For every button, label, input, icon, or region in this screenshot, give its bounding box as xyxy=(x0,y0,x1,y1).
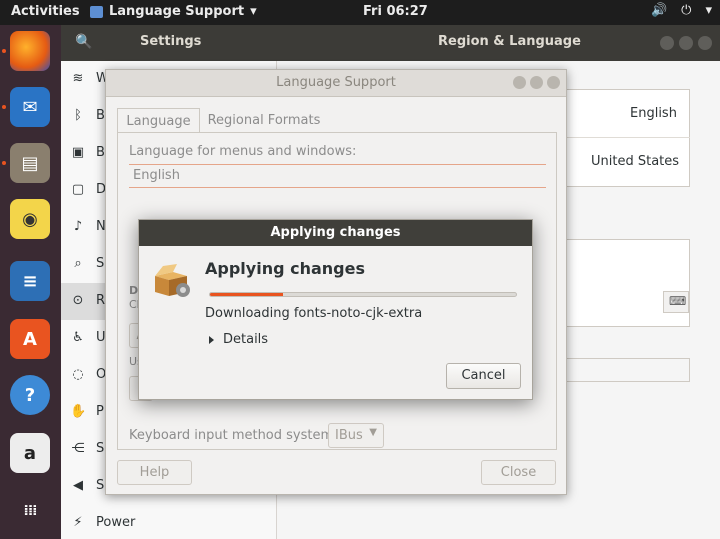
tab-regional-formats[interactable]: Regional Formats xyxy=(202,108,326,133)
sidebar-item-label: Power xyxy=(96,515,136,530)
help-icon[interactable]: ? xyxy=(10,375,50,415)
menu-language-label: Language for menus and windows: xyxy=(129,144,357,159)
running-indicator xyxy=(2,161,6,165)
sidebar-item-label: P xyxy=(96,404,104,419)
sidebar-item-label: R xyxy=(96,293,106,308)
panel-title: Region & Language xyxy=(438,34,581,49)
activities-button[interactable]: Activities xyxy=(11,4,80,19)
universal-access-icon: ♿ xyxy=(72,330,84,345)
chevron-down-icon: ▾ xyxy=(250,4,257,19)
settings-title: Settings xyxy=(140,34,202,49)
close-icon[interactable] xyxy=(698,36,712,50)
running-indicator xyxy=(2,49,6,53)
language-support-titlebar: Language Support xyxy=(106,70,566,97)
dock: ✉ ▤ ◉ ≡ A ? a ⁞⁞⁞ xyxy=(0,25,61,539)
libreoffice-writer-icon[interactable]: ≡ xyxy=(10,261,50,301)
minimize-icon[interactable] xyxy=(660,36,674,50)
applying-changes-dialog: Applying changes Applying changes Downlo… xyxy=(138,219,533,400)
notifications-icon: ♪ xyxy=(73,219,83,234)
sharing-icon: ⋲ xyxy=(71,441,85,456)
clock[interactable]: Fri 06:27 xyxy=(363,4,428,19)
dialog-heading: Applying changes xyxy=(205,259,365,278)
maximize-icon[interactable] xyxy=(679,36,693,50)
package-install-icon xyxy=(155,264,190,297)
download-progress-bar xyxy=(209,292,517,297)
amazon-icon[interactable]: a xyxy=(10,433,50,473)
formats-value[interactable]: United States xyxy=(591,154,679,169)
volume-icon[interactable]: 🔊 xyxy=(651,3,667,18)
keyboard-input-label: Keyboard input method system: xyxy=(129,428,338,443)
close-button[interactable]: Close xyxy=(481,460,556,485)
system-tray[interactable]: 🔊 ⏻ ▾ xyxy=(651,3,712,18)
dialog-title: Applying changes xyxy=(270,225,401,240)
cancel-button[interactable]: Cancel xyxy=(446,363,521,389)
power-icon[interactable]: ⏻ xyxy=(681,3,691,18)
expander-arrow-icon xyxy=(209,335,214,344)
settings-headerbar: 🔍 Settings Region & Language xyxy=(61,25,720,61)
bluetooth-icon: ᛒ xyxy=(74,108,82,123)
sidebar-item-power[interactable]: ⚡ Power xyxy=(61,505,277,539)
region-icon: ⊙ xyxy=(72,293,84,308)
keyboard-input-select[interactable]: IBus ▼ xyxy=(328,423,384,448)
details-label: Details xyxy=(223,332,269,347)
close-icon[interactable] xyxy=(547,76,560,89)
thunderbird-icon[interactable]: ✉ xyxy=(10,87,50,127)
app-menu[interactable]: Language Support ▾ xyxy=(90,4,257,19)
window-controls xyxy=(660,36,712,50)
keyboard-layout-button[interactable]: ⌨ xyxy=(663,291,689,313)
sound-icon: ◀ xyxy=(73,478,83,493)
search-icon: ⌕ xyxy=(74,256,82,271)
rhythmbox-icon[interactable]: ◉ xyxy=(10,199,50,239)
window-title: Language Support xyxy=(276,75,396,90)
minimize-icon[interactable] xyxy=(513,76,526,89)
keyboard-input-value: IBus xyxy=(335,428,363,443)
software-center-icon[interactable]: A xyxy=(10,319,50,359)
dock-icon: ▢ xyxy=(71,182,85,197)
divider xyxy=(129,164,546,165)
divider xyxy=(129,187,546,188)
keyboard-icon: ⌨ xyxy=(669,294,687,308)
dialog-titlebar: Applying changes xyxy=(139,220,532,246)
chevron-down-icon: ▼ xyxy=(369,427,377,438)
wifi-icon: ≋ xyxy=(72,71,84,86)
progress-status: Downloading fonts-noto-cjk-extra xyxy=(205,306,423,321)
search-icon[interactable]: 🔍 xyxy=(75,34,92,50)
running-indicator xyxy=(2,105,6,109)
top-bar: Activities Language Support ▾ Fri 06:27 … xyxy=(0,0,720,25)
tab-language[interactable]: Language xyxy=(117,108,200,133)
sidebar-item-label: B xyxy=(96,108,105,123)
progress-fill xyxy=(210,293,284,296)
background-icon: ▣ xyxy=(71,145,85,160)
app-menu-label: Language Support xyxy=(109,4,245,19)
files-icon[interactable]: ▤ xyxy=(10,143,50,183)
window-controls xyxy=(513,76,560,89)
sidebar-item-label: B xyxy=(96,145,105,160)
menu-language-value[interactable]: English xyxy=(133,168,180,183)
chevron-down-icon[interactable]: ▾ xyxy=(705,3,712,18)
show-apps-icon[interactable]: ⁞⁞⁞ xyxy=(10,491,50,531)
privacy-icon: ✋ xyxy=(70,404,87,419)
language-value[interactable]: English xyxy=(630,106,677,121)
maximize-icon[interactable] xyxy=(530,76,543,89)
power-icon: ⚡ xyxy=(73,515,83,530)
online-accounts-icon: ◌ xyxy=(72,367,84,382)
details-expander[interactable]: Details xyxy=(209,332,268,347)
help-button[interactable]: Help xyxy=(117,460,192,485)
firefox-icon[interactable] xyxy=(10,31,50,71)
language-support-app-icon xyxy=(90,5,103,18)
